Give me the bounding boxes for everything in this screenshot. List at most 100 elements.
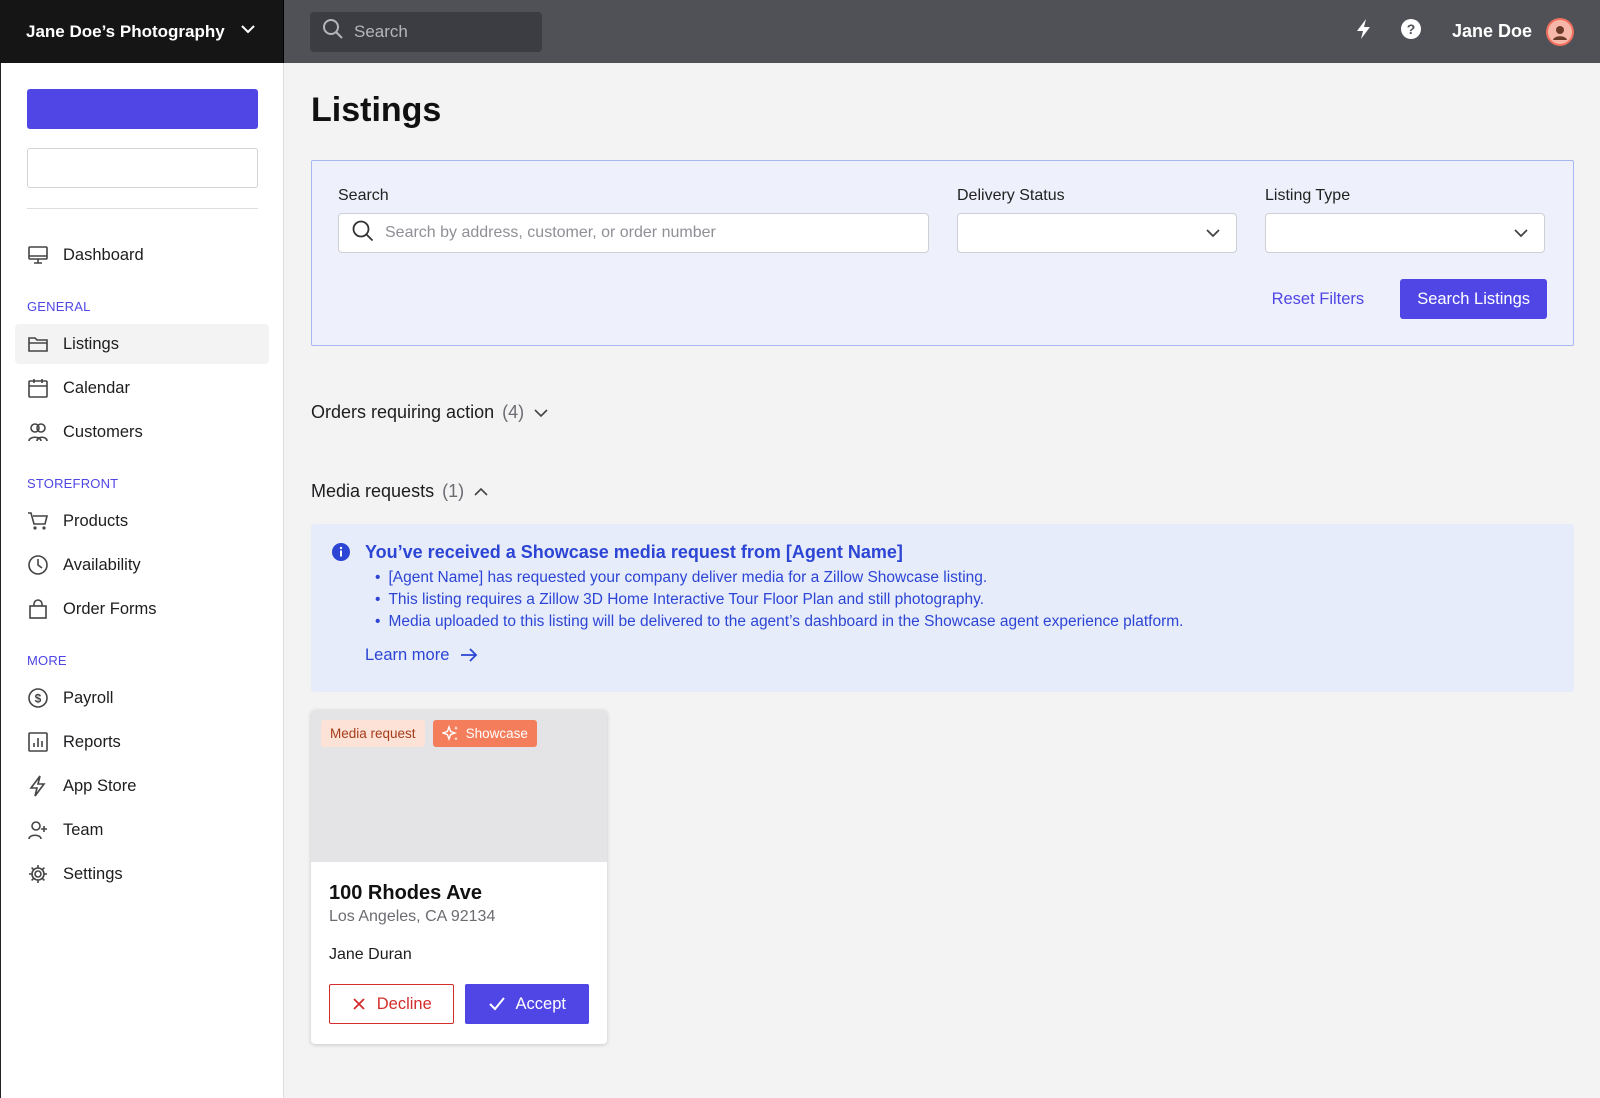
sidebar-item-listings[interactable]: Listings bbox=[15, 324, 269, 364]
media-request-badge: Media request bbox=[321, 720, 425, 747]
sidebar-item-label: Payroll bbox=[63, 688, 114, 707]
user-plus-icon bbox=[28, 821, 47, 840]
media-requests-toggle[interactable]: Media requests (1) bbox=[311, 481, 1574, 502]
sidebar-item-label: Settings bbox=[63, 864, 123, 883]
users-icon bbox=[28, 423, 48, 442]
orders-requiring-action-count: (4) bbox=[502, 402, 525, 422]
info-icon bbox=[331, 542, 351, 672]
svg-text:$: $ bbox=[35, 692, 42, 706]
listing-city: Los Angeles, CA 92134 bbox=[329, 908, 496, 925]
page-title: Listings bbox=[311, 91, 442, 129]
media-requests-count: (1) bbox=[442, 481, 465, 501]
delivery-status-select[interactable] bbox=[957, 213, 1237, 253]
listing-type-select[interactable] bbox=[1265, 213, 1545, 253]
search-listings-button[interactable]: Search Listings bbox=[1400, 279, 1547, 319]
listing-search-placeholder: Search by address, customer, or order nu… bbox=[385, 224, 716, 241]
sidebar-item-app-store[interactable]: App Store bbox=[15, 766, 269, 806]
info-bullet: This listing requires a Zillow 3D Home I… bbox=[365, 589, 1183, 611]
listing-agent: Jane Duran bbox=[329, 946, 412, 963]
chart-icon bbox=[28, 732, 48, 752]
sidebar-item-availability[interactable]: Availability bbox=[15, 545, 269, 585]
delivery-status-label: Delivery Status bbox=[957, 187, 1065, 204]
cart-icon bbox=[28, 512, 49, 530]
info-title: You’ve received a Showcase media request… bbox=[365, 542, 903, 562]
sidebar-item-dashboard[interactable]: Dashboard bbox=[15, 235, 269, 275]
orders-requiring-action-label: Orders requiring action bbox=[311, 402, 495, 422]
info-list: [Agent Name] has requested your company … bbox=[365, 567, 1183, 633]
close-icon bbox=[353, 998, 365, 1010]
sidebar-item-calendar[interactable]: Calendar bbox=[15, 368, 269, 408]
bolt-icon[interactable] bbox=[1354, 18, 1374, 45]
monitor-icon bbox=[28, 246, 48, 264]
info-bullet: [Agent Name] has requested your company … bbox=[365, 567, 1183, 589]
arrow-right-icon bbox=[461, 648, 478, 662]
listing-type-label: Listing Type bbox=[1265, 187, 1351, 204]
showcase-badge: Showcase bbox=[432, 720, 537, 747]
user-menu[interactable]: Jane Doe bbox=[1451, 17, 1574, 46]
chevron-down-icon bbox=[239, 20, 257, 43]
accept-button[interactable]: Accept bbox=[464, 984, 589, 1024]
listing-address: 100 Rhodes Ave bbox=[329, 882, 483, 904]
calendar-icon bbox=[28, 379, 48, 398]
sidebar-item-label: Calendar bbox=[63, 378, 130, 397]
sidebar-primary-button[interactable] bbox=[27, 89, 258, 129]
listing-search-input[interactable]: Search by address, customer, or order nu… bbox=[338, 213, 929, 253]
chevron-down-icon bbox=[534, 408, 548, 417]
sidebar-item-label: Dashboard bbox=[63, 245, 144, 264]
user-name: Jane Doe bbox=[1451, 21, 1532, 41]
sidebar-item-label: Listings bbox=[63, 334, 119, 353]
decline-button[interactable]: Decline bbox=[329, 984, 454, 1024]
main-content: Listings Search Search by address, custo… bbox=[311, 63, 1574, 1044]
orders-requiring-action-toggle[interactable]: Orders requiring action (4) bbox=[311, 402, 1574, 423]
sidebar-item-settings[interactable]: Settings bbox=[15, 854, 269, 894]
sparkle-icon bbox=[441, 724, 458, 741]
sidebar-item-customers[interactable]: Customers bbox=[15, 412, 269, 452]
sidebar-item-reports[interactable]: Reports bbox=[15, 722, 269, 762]
decline-label: Decline bbox=[376, 994, 432, 1013]
showcase-info-banner: You’ve received a Showcase media request… bbox=[311, 524, 1574, 692]
sidebar-item-label: Team bbox=[63, 820, 104, 839]
sidebar-item-label: Products bbox=[63, 511, 129, 530]
listing-card[interactable]: Media request Showcase 100 Rhodes Ave Lo… bbox=[311, 710, 607, 1044]
media-requests-label: Media requests bbox=[311, 481, 435, 501]
listing-card-image: Media request Showcase bbox=[311, 710, 607, 862]
sidebar-item-order-forms[interactable]: Order Forms bbox=[15, 589, 269, 629]
check-icon bbox=[488, 997, 505, 1011]
search-label: Search bbox=[338, 187, 389, 204]
sidebar-item-label: Availability bbox=[63, 555, 141, 574]
sidebar-section-general: GENERAL bbox=[27, 299, 91, 314]
gear-icon bbox=[29, 865, 47, 883]
sidebar-section-more: MORE bbox=[27, 653, 67, 668]
accept-label: Accept bbox=[515, 994, 566, 1013]
filter-panel: Search Search by address, customer, or o… bbox=[311, 160, 1574, 346]
folder-icon bbox=[28, 337, 48, 352]
global-search-placeholder: Search bbox=[354, 21, 408, 41]
search-icon bbox=[351, 219, 375, 248]
chevron-down-icon bbox=[1206, 229, 1220, 238]
dollar-icon: $ bbox=[28, 688, 48, 708]
reset-filters-button[interactable]: Reset Filters bbox=[1272, 290, 1365, 309]
top-bar: Search ? Jane Doe bbox=[284, 0, 1600, 63]
chevron-up-icon bbox=[474, 487, 488, 496]
sidebar-item-products[interactable]: Products bbox=[15, 501, 269, 541]
clock-icon bbox=[28, 555, 48, 575]
learn-more-link[interactable]: Learn more bbox=[365, 645, 1183, 665]
sidebar-divider bbox=[27, 208, 258, 209]
sidebar-item-label: Reports bbox=[63, 732, 121, 751]
sidebar: Dashboard GENERAL Listings Calendar Cust… bbox=[0, 63, 284, 1098]
help-icon[interactable]: ? bbox=[1400, 18, 1422, 45]
sidebar-input[interactable] bbox=[27, 148, 258, 188]
sidebar-item-payroll[interactable]: $ Payroll bbox=[15, 678, 269, 718]
showcase-badge-label: Showcase bbox=[465, 726, 528, 741]
sidebar-item-label: Order Forms bbox=[63, 599, 157, 618]
sidebar-item-label: App Store bbox=[63, 776, 137, 795]
bolt-icon bbox=[29, 775, 46, 797]
avatar bbox=[1546, 17, 1574, 46]
global-search-input[interactable]: Search bbox=[310, 11, 542, 52]
sidebar-item-team[interactable]: Team bbox=[15, 810, 269, 850]
workspace-switcher[interactable]: Jane Doe’s Photography bbox=[0, 0, 284, 63]
sidebar-section-storefront: STOREFRONT bbox=[27, 476, 119, 491]
bag-icon bbox=[29, 599, 47, 619]
search-icon bbox=[322, 18, 344, 45]
learn-more-label: Learn more bbox=[365, 645, 450, 664]
